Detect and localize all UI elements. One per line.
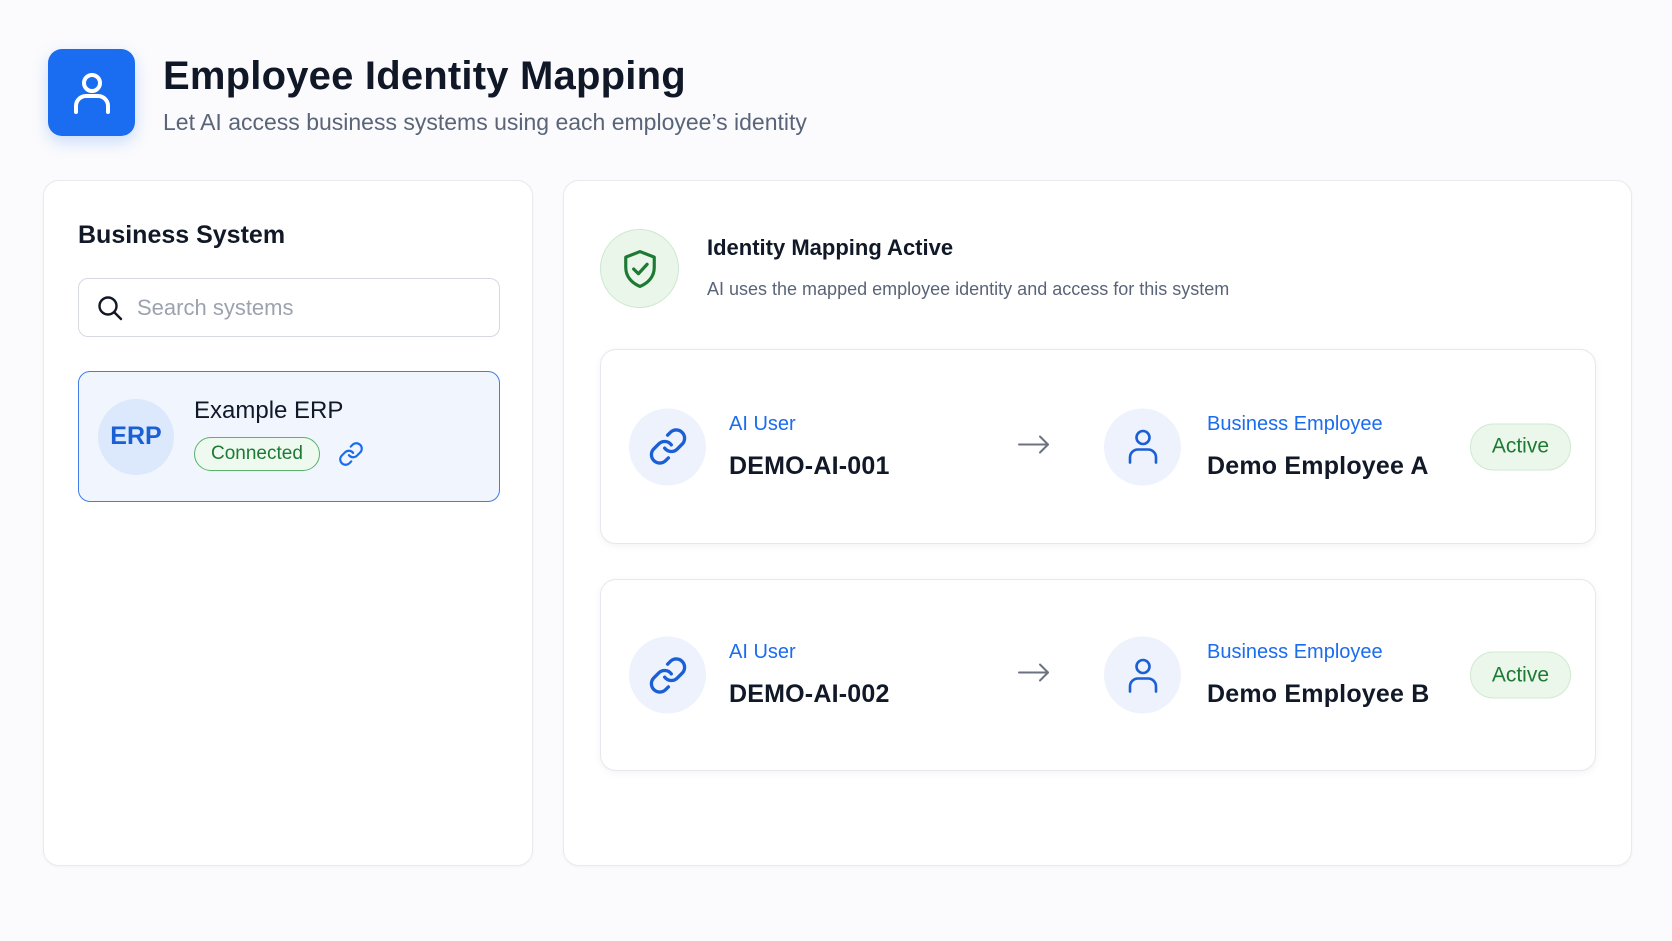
business-employee-name: Demo Employee B (1207, 680, 1430, 708)
ai-user-id: DEMO-AI-001 (729, 451, 890, 480)
user-icon (48, 49, 135, 136)
status-badge: Active (1469, 651, 1571, 699)
link-icon[interactable] (338, 441, 364, 467)
mapping-row[interactable]: AI User DEMO-AI-001 Business Employee De… (600, 349, 1596, 544)
banner-description: AI uses the mapped employee identity and… (707, 279, 1230, 299)
header-text: Employee Identity Mapping Let AI access … (163, 53, 807, 136)
business-employee-block: Business Employee Demo Employee A (1207, 413, 1429, 481)
user-icon (1104, 636, 1181, 714)
page-subtitle: Let AI access business systems using eac… (163, 109, 807, 135)
business-employee-label: Business Employee (1207, 641, 1383, 663)
ai-user-id: DEMO-AI-002 (729, 680, 890, 708)
arrow-right-icon (1017, 663, 1051, 688)
status-badge: Active (1469, 423, 1571, 470)
system-card-example-erp[interactable]: ERP Example ERP Connected (78, 371, 500, 502)
user-icon (1104, 408, 1181, 485)
ai-user-label: AI User (729, 412, 796, 435)
business-system-panel: Business System ERP Example ERP Connecte… (43, 180, 533, 866)
page-title: Employee Identity Mapping (163, 54, 686, 98)
status-badge: Connected (194, 436, 320, 471)
banner-text: Identity Mapping Active AI uses the mapp… (707, 235, 1229, 300)
panel-title: Business System (78, 221, 286, 249)
mapping-panel: Identity Mapping Active AI uses the mapp… (563, 180, 1632, 866)
identity-mapping-page: Employee Identity Mapping Let AI access … (0, 0, 1672, 941)
search-box[interactable] (78, 278, 500, 337)
shield-check-icon (600, 229, 679, 308)
search-input[interactable] (137, 294, 467, 321)
ai-user-block: AI User DEMO-AI-001 (729, 413, 890, 481)
system-info: Example ERP Connected (194, 397, 364, 471)
ai-user-label: AI User (729, 641, 796, 663)
arrow-right-icon (1017, 434, 1051, 459)
ai-user-block: AI User DEMO-AI-002 (729, 641, 890, 709)
system-name: Example ERP (194, 396, 344, 424)
link-icon (629, 408, 706, 485)
search-icon (97, 295, 123, 321)
business-employee-name: Demo Employee A (1207, 451, 1429, 480)
link-icon (629, 636, 706, 714)
banner-title: Identity Mapping Active (707, 235, 954, 260)
page-header: Employee Identity Mapping Let AI access … (48, 49, 807, 136)
business-employee-label: Business Employee (1207, 412, 1383, 435)
system-meta: Connected (194, 436, 364, 471)
mapping-status-banner: Identity Mapping Active AI uses the mapp… (600, 229, 1229, 308)
mapping-row[interactable]: AI User DEMO-AI-002 Business Employee De… (600, 579, 1596, 771)
business-employee-block: Business Employee Demo Employee B (1207, 641, 1430, 709)
system-avatar: ERP (98, 398, 174, 475)
